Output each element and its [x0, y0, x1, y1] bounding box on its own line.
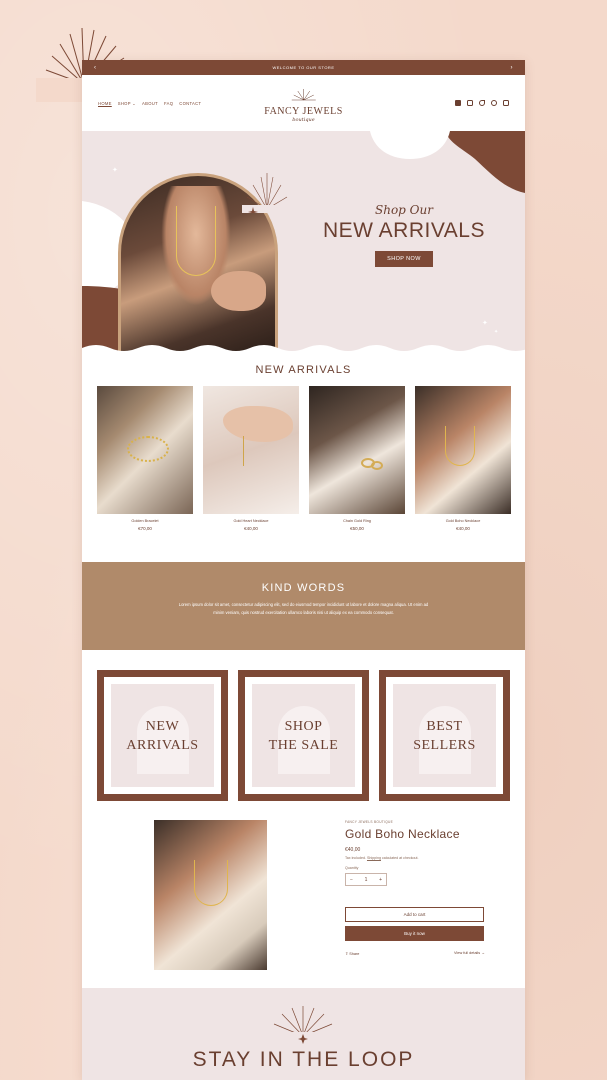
featured-product-section: FANCY JEWELS BOUTIQUE Gold Boho Necklace… — [82, 820, 525, 995]
product-card[interactable]: Chain Gold Ring €50,00 — [309, 386, 405, 531]
product-price: €40,00 — [345, 847, 361, 853]
storefront-page: ‹ WELCOME TO OUR STORE › HOME SHOP ⌄ ABO… — [82, 60, 525, 1080]
main-nav: HOME SHOP ⌄ ABOUT FAQ CONTACT — [98, 101, 201, 106]
announcement-next-arrow[interactable]: › — [510, 65, 513, 71]
product-image[interactable] — [203, 386, 299, 514]
featured-product-info: FANCY JEWELS BOUTIQUE Gold Boho Necklace… — [345, 820, 485, 956]
buy-now-button[interactable]: Buy it now — [345, 926, 484, 941]
header-icons — [455, 100, 509, 106]
shipping-link[interactable]: Shipping — [367, 856, 381, 860]
quantity-plus-button[interactable]: + — [379, 877, 382, 883]
collection-shop-the-sale[interactable]: SHOP THE SALE — [238, 670, 369, 801]
facebook-icon[interactable] — [455, 100, 461, 106]
hero-sparkle-icon — [242, 173, 292, 213]
instagram-icon[interactable] — [467, 100, 473, 106]
newsletter-sun-icon — [268, 1006, 338, 1044]
announcement-bar: ‹ WELCOME TO OUR STORE › — [82, 60, 525, 75]
hero-banner: ✦ ✦ ✦ Shop Our NEW ARRIVALS SHOP NOW — [82, 131, 525, 356]
product-image[interactable] — [415, 386, 511, 514]
hero-white-blob-top — [370, 131, 450, 159]
kind-words-section: KIND WORDS Lorem ipsum dolor sit amet, c… — [82, 562, 525, 650]
collection-label: SHOP THE SALE — [268, 718, 339, 753]
featured-product-image[interactable] — [154, 820, 267, 970]
product-vendor: FANCY JEWELS BOUTIQUE — [345, 820, 394, 824]
hero-text-block: Shop Our NEW ARRIVALS SHOP NOW — [304, 203, 504, 267]
announcement-text: WELCOME TO OUR STORE — [272, 65, 335, 70]
quantity-minus-button[interactable]: − — [350, 877, 353, 883]
product-actions-row: ⇪ Share View full details → — [345, 951, 485, 956]
hero-wave-divider — [82, 345, 525, 356]
quantity-stepper[interactable]: − 1 + — [345, 873, 387, 886]
product-card[interactable]: Gold Boho Necklace €40,00 — [415, 386, 511, 531]
new-arrivals-section: NEW ARRIVALS Golden Bracelet €70,00 Gold… — [82, 356, 525, 562]
product-grid: Golden Bracelet €70,00 Gold Heart Neckla… — [97, 386, 511, 531]
shop-now-button[interactable]: SHOP NOW — [375, 251, 433, 267]
store-logo[interactable]: FANCY JEWELS boutique — [264, 88, 343, 123]
newsletter-section: STAY IN THE LOOP — [82, 988, 525, 1080]
quantity-label: Quantity — [345, 866, 359, 870]
add-to-cart-button[interactable]: Add to cart — [345, 907, 484, 922]
collection-label: NEW ARRIVALS — [126, 718, 199, 753]
announcement-prev-arrow[interactable]: ‹ — [94, 65, 97, 71]
logo-sun-icon — [291, 89, 316, 101]
hero-script-heading: Shop Our — [375, 203, 433, 217]
product-image[interactable] — [309, 386, 405, 514]
nav-contact[interactable]: CONTACT — [179, 101, 201, 106]
product-name[interactable]: Chain Gold Ring — [309, 519, 405, 523]
product-price: €50,00 — [350, 526, 364, 531]
kind-words-text: Lorem ipsum dolor sit amet, consectetur … — [178, 602, 429, 615]
nav-home[interactable]: HOME — [98, 101, 112, 106]
sparkle-star-icon: ✦ — [482, 320, 488, 327]
collection-label: BEST SELLERS — [413, 718, 476, 753]
new-arrivals-title: NEW ARRIVALS — [255, 364, 352, 376]
collection-new-arrivals[interactable]: NEW ARRIVALS — [97, 670, 228, 801]
product-name[interactable]: Gold Boho Necklace — [415, 519, 511, 523]
share-link[interactable]: ⇪ Share — [345, 951, 359, 956]
product-price: €40,00 — [244, 526, 258, 531]
product-name[interactable]: Gold Heart Necklace — [203, 519, 299, 523]
nav-faq[interactable]: FAQ — [164, 101, 173, 106]
logo-brand-text: FANCY JEWELS — [264, 106, 343, 117]
tax-note: Tax included. Shipping calculated at che… — [345, 856, 419, 860]
tiktok-icon[interactable] — [479, 100, 485, 106]
nav-about[interactable]: ABOUT — [142, 101, 158, 106]
product-image[interactable] — [97, 386, 193, 514]
newsletter-title: STAY IN THE LOOP — [192, 1048, 415, 1071]
product-title: Gold Boho Necklace — [345, 827, 460, 841]
quantity-value[interactable]: 1 — [365, 877, 368, 883]
hero-title: NEW ARRIVALS — [323, 219, 485, 242]
product-card[interactable]: Gold Heart Necklace €40,00 — [203, 386, 299, 531]
sparkle-star-icon: ✦ — [112, 167, 118, 174]
kind-words-title: KIND WORDS — [261, 582, 346, 594]
cart-icon[interactable] — [503, 100, 509, 106]
sparkle-star-icon: ✦ — [494, 329, 499, 335]
collections-row: NEW ARRIVALS SHOP THE SALE BEST SELLERS — [82, 650, 525, 820]
nav-shop[interactable]: SHOP ⌄ — [118, 101, 136, 106]
view-full-details-link[interactable]: View full details → — [454, 951, 485, 956]
site-header: HOME SHOP ⌄ ABOUT FAQ CONTACT FANCY JEWE… — [82, 75, 525, 131]
search-icon[interactable] — [491, 100, 497, 106]
collection-best-sellers[interactable]: BEST SELLERS — [379, 670, 510, 801]
product-price: €40,00 — [456, 526, 470, 531]
product-card[interactable]: Golden Bracelet €70,00 — [97, 386, 193, 531]
product-name[interactable]: Golden Bracelet — [97, 519, 193, 523]
product-price: €70,00 — [138, 526, 152, 531]
logo-script-text: boutique — [292, 117, 315, 123]
